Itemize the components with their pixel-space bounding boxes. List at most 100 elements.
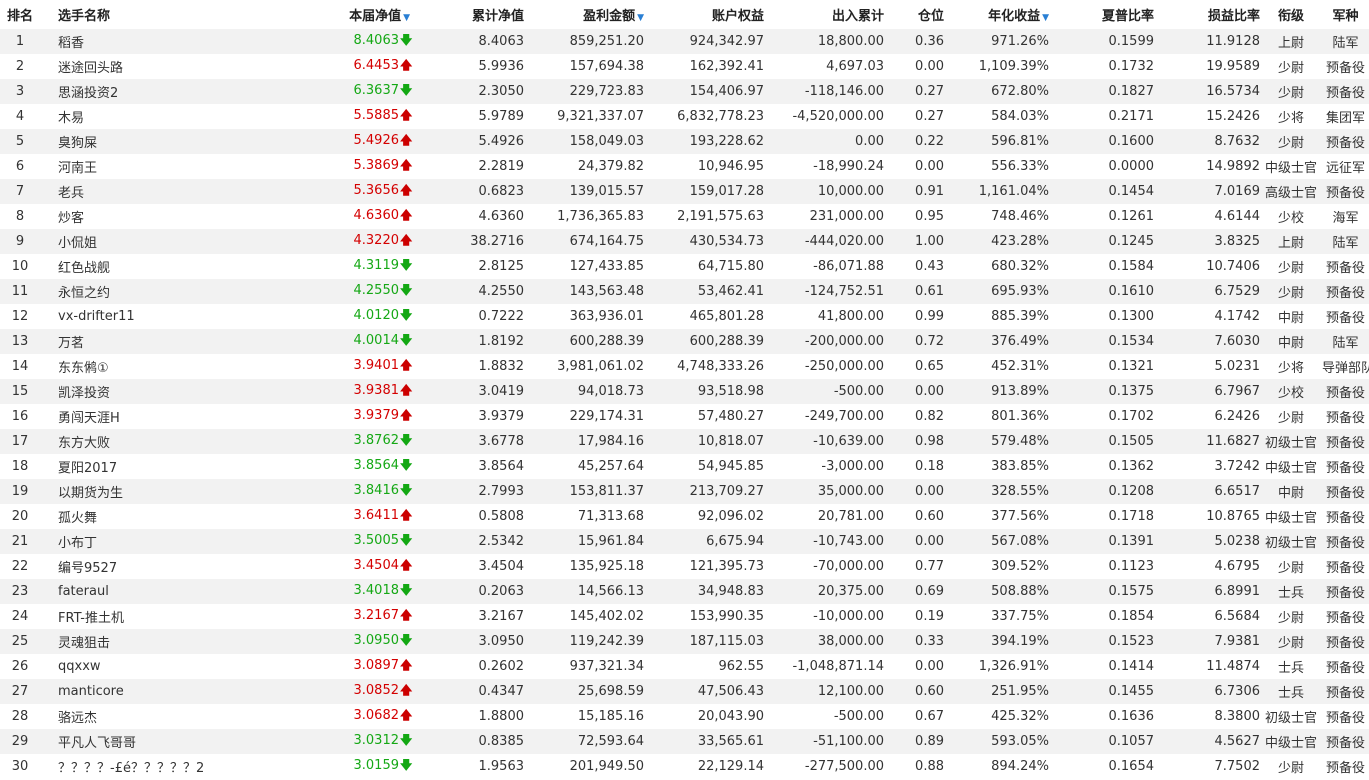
cell-name[interactable]: 思涵投资2 (40, 79, 250, 104)
cell-name[interactable]: 永恒之约 (40, 279, 250, 304)
cell-name[interactable]: 灵魂狙击 (40, 629, 250, 654)
cell-name[interactable]: 稻香 (40, 29, 250, 54)
cell-name[interactable]: 凯泽投资 (40, 379, 250, 404)
arrow-down-icon: 🡇 (400, 483, 413, 497)
table-row[interactable]: 9 小侃姐 4.3220🡅 38.2716 674,164.75 430,534.73 -4… (0, 229, 1369, 254)
cell-name[interactable]: 东方大败 (40, 429, 250, 454)
cell-flow: -70,000.00 (813, 559, 884, 574)
table-row[interactable]: 23 fateraul 3.4018🡇 0.2063 14,566.13 34,948.8… (0, 579, 1369, 604)
sort-desc-icon[interactable]: ▼ (403, 13, 410, 23)
cell-name[interactable]: 臭狗屎 (40, 129, 250, 154)
table-row[interactable]: 8 炒客 4.6360🡅 4.6360 1,736,365.83 2,191,575.63… (0, 204, 1369, 229)
table-row[interactable]: 14 东东鸺① 3.9401🡅 1.8832 3,981,061.02 4,748,333… (0, 354, 1369, 379)
header-sharpe[interactable]: 夏普比率 (1049, 0, 1154, 29)
cell-name[interactable]: fateraul (40, 579, 250, 604)
table-row[interactable]: 1 稻香 8.4063🡇 8.4063 859,251.20 924,342.97 18,8… (0, 29, 1369, 54)
cell-name[interactable]: 小侃姐 (40, 229, 250, 254)
cell-name[interactable]: FRT-推土机 (40, 604, 250, 629)
table-row[interactable]: 6 河南王 5.3869🡅 2.2819 24,379.82 10,946.95 -18,9… (0, 154, 1369, 179)
header-plr[interactable]: 损益比率 (1154, 0, 1260, 29)
cell-nav: 3.8416🡇 (250, 479, 416, 504)
header-grade[interactable]: 衔级 (1260, 0, 1322, 29)
cell-name[interactable]: 勇闯天涯H (40, 404, 250, 429)
table-row[interactable]: 13 万茗 4.0014🡇 1.8192 600,288.39 600,288.39 -20… (0, 329, 1369, 354)
table-row[interactable]: 7 老兵 5.3656🡅 0.6823 139,015.57 159,017.28 10,0… (0, 179, 1369, 204)
cell-name[interactable]: ？？？？-£é？？？？？2 (40, 754, 250, 779)
sort-desc-icon[interactable]: ▼ (1042, 13, 1049, 23)
nav-value: 5.4926 (353, 133, 400, 148)
cell-name[interactable]: 东东鸺① (40, 354, 250, 379)
cell-name[interactable]: 迷途回头路 (40, 54, 250, 79)
table-row[interactable]: 20 孤火舞 3.6411🡅 0.5808 71,313.68 92,096.02 20,7… (0, 504, 1369, 529)
header-annual[interactable]: 年化收益 ▼ (944, 0, 1049, 29)
table-row[interactable]: 5 臭狗屎 5.4926🡅 5.4926 158,049.03 193,228.62 0.0… (0, 129, 1369, 154)
table-row[interactable]: 18 夏阳2017 3.8564🡇 3.8564 45,257.64 54,945.85-… (0, 454, 1369, 479)
table-row[interactable]: 19 以期货为生 3.8416🡇 2.7993 153,811.37 213,709.27… (0, 479, 1369, 504)
cell-flow: -200,000.00 (804, 334, 884, 349)
cell-nav: 6.3637🡇 (250, 79, 416, 104)
cell-name[interactable]: 骆远杰 (40, 704, 250, 729)
cell-name[interactable]: 炒客 (40, 204, 250, 229)
header-flow[interactable]: 出入累计 (764, 0, 884, 29)
cell-flow: 231,000.00 (809, 209, 884, 224)
cell-rank: 28 (11, 709, 29, 724)
cell-name[interactable]: 夏阳2017 (40, 454, 250, 479)
table-row[interactable]: 30 ？？？？-£é？？？？？2 3.0159🡇 1.9563 201,949.50 22… (0, 754, 1369, 779)
cell-cum-nav: 3.4504 (478, 559, 525, 574)
header-pnl[interactable]: 盈利金额 ▼ (524, 0, 644, 29)
table-row[interactable]: 22 编号9527 3.4504🡅 3.4504 135,925.18 121,395.7… (0, 554, 1369, 579)
cell-name[interactable]: 河南王 (40, 154, 250, 179)
table-row[interactable]: 16 勇闯天涯H 3.9379🡅 3.9379 229,174.31 57,480.27-… (0, 404, 1369, 429)
table-row[interactable]: 29 平凡人飞哥哥 3.0312🡇 0.8385 72,593.64 33,565.61-… (0, 729, 1369, 754)
cell-name[interactable]: vx-drifter11 (40, 304, 250, 329)
cell-name[interactable]: 孤火舞 (40, 504, 250, 529)
cell-grade: 少将 (1277, 111, 1304, 126)
cell-pnl: 153,811.37 (569, 484, 644, 499)
sort-desc-icon[interactable]: ▼ (637, 13, 644, 23)
table-row[interactable]: 26 qqxxw 3.0897🡅 0.2602 937,321.34 962.55 -1,0… (0, 654, 1369, 679)
table-row[interactable]: 17 东方大败 3.8762🡇 3.6778 17,984.16 10,818.07 -10… (0, 429, 1369, 454)
table-row[interactable]: 3 思涵投资2 6.3637🡇 2.3050 229,723.83 154,406.97-… (0, 79, 1369, 104)
cell-name[interactable]: 木易 (40, 104, 250, 129)
table-row[interactable]: 4 木易 5.5885🡅 5.9789 9,321,337.07 6,832,778.23… (0, 104, 1369, 129)
table-row[interactable]: 27 manticore 3.0852🡅 0.4347 25,698.59 47,506.… (0, 679, 1369, 704)
header-nav[interactable]: 本届净值 ▼ (250, 0, 416, 29)
cell-plr: 10.7406 (1206, 259, 1260, 274)
cell-annual: 337.75% (991, 609, 1049, 624)
cell-name[interactable]: 红色战舰 (40, 254, 250, 279)
table-row[interactable]: 25 灵魂狙击 3.0950🡇 3.0950 119,242.39 187,115.03 3… (0, 629, 1369, 654)
cell-rank: 16 (11, 409, 29, 424)
table-row[interactable]: 12 vx-drifter11 4.0120🡇 0.7222 363,936.01 465… (0, 304, 1369, 329)
cell-sharpe: 0.1600 (1108, 134, 1155, 149)
cell-name[interactable]: qqxxw (40, 654, 250, 679)
cell-grade: 少校 (1277, 386, 1304, 401)
table-row[interactable]: 11 永恒之约 4.2550🡇 4.2550 143,563.48 53,462.41 -1… (0, 279, 1369, 304)
cell-position: 0.00 (915, 384, 944, 399)
cell-branch: 陆军 (1332, 236, 1359, 251)
header-position[interactable]: 仓位 (884, 0, 944, 29)
cell-name[interactable]: 以期货为生 (40, 479, 250, 504)
header-rank[interactable]: 排名 (0, 0, 40, 29)
table-row[interactable]: 2 迷途回头路 6.4453🡅 5.9936 157,694.38 162,392.41 4… (0, 54, 1369, 79)
cell-name[interactable]: 编号9527 (40, 554, 250, 579)
table-row[interactable]: 21 小布丁 3.5005🡇 2.5342 15,961.84 6,675.94 -10,7… (0, 529, 1369, 554)
header-branch[interactable]: 军种 (1322, 0, 1369, 29)
cell-name[interactable]: 老兵 (40, 179, 250, 204)
header-equity[interactable]: 账户权益 (644, 0, 764, 29)
cell-branch: 预备役 (1325, 286, 1365, 301)
header-name[interactable]: 选手名称 (40, 0, 250, 29)
cell-position: 0.00 (915, 159, 944, 174)
table-row[interactable]: 24 FRT-推土机 3.2167🡅 3.2167 145,402.02 153,990.… (0, 604, 1369, 629)
cell-name[interactable]: manticore (40, 679, 250, 704)
cell-pnl: 71,313.68 (577, 509, 644, 524)
cell-name[interactable]: 万茗 (40, 329, 250, 354)
cell-annual: 579.48% (991, 434, 1049, 449)
table-row[interactable]: 15 凯泽投资 3.9381🡅 3.0419 94,018.73 93,518.98 -50… (0, 379, 1369, 404)
cell-name[interactable]: 小布丁 (40, 529, 250, 554)
cell-nav: 3.0312🡇 (250, 729, 416, 754)
cell-annual: 894.24% (991, 759, 1049, 774)
header-cum-nav[interactable]: 累计净值 (416, 0, 524, 29)
table-row[interactable]: 28 骆远杰 3.0682🡅 1.8800 15,185.16 20,043.90 -500… (0, 704, 1369, 729)
cell-name[interactable]: 平凡人飞哥哥 (40, 729, 250, 754)
table-row[interactable]: 10 红色战舰 4.3119🡇 2.8125 127,433.85 64,715.80 -8… (0, 254, 1369, 279)
